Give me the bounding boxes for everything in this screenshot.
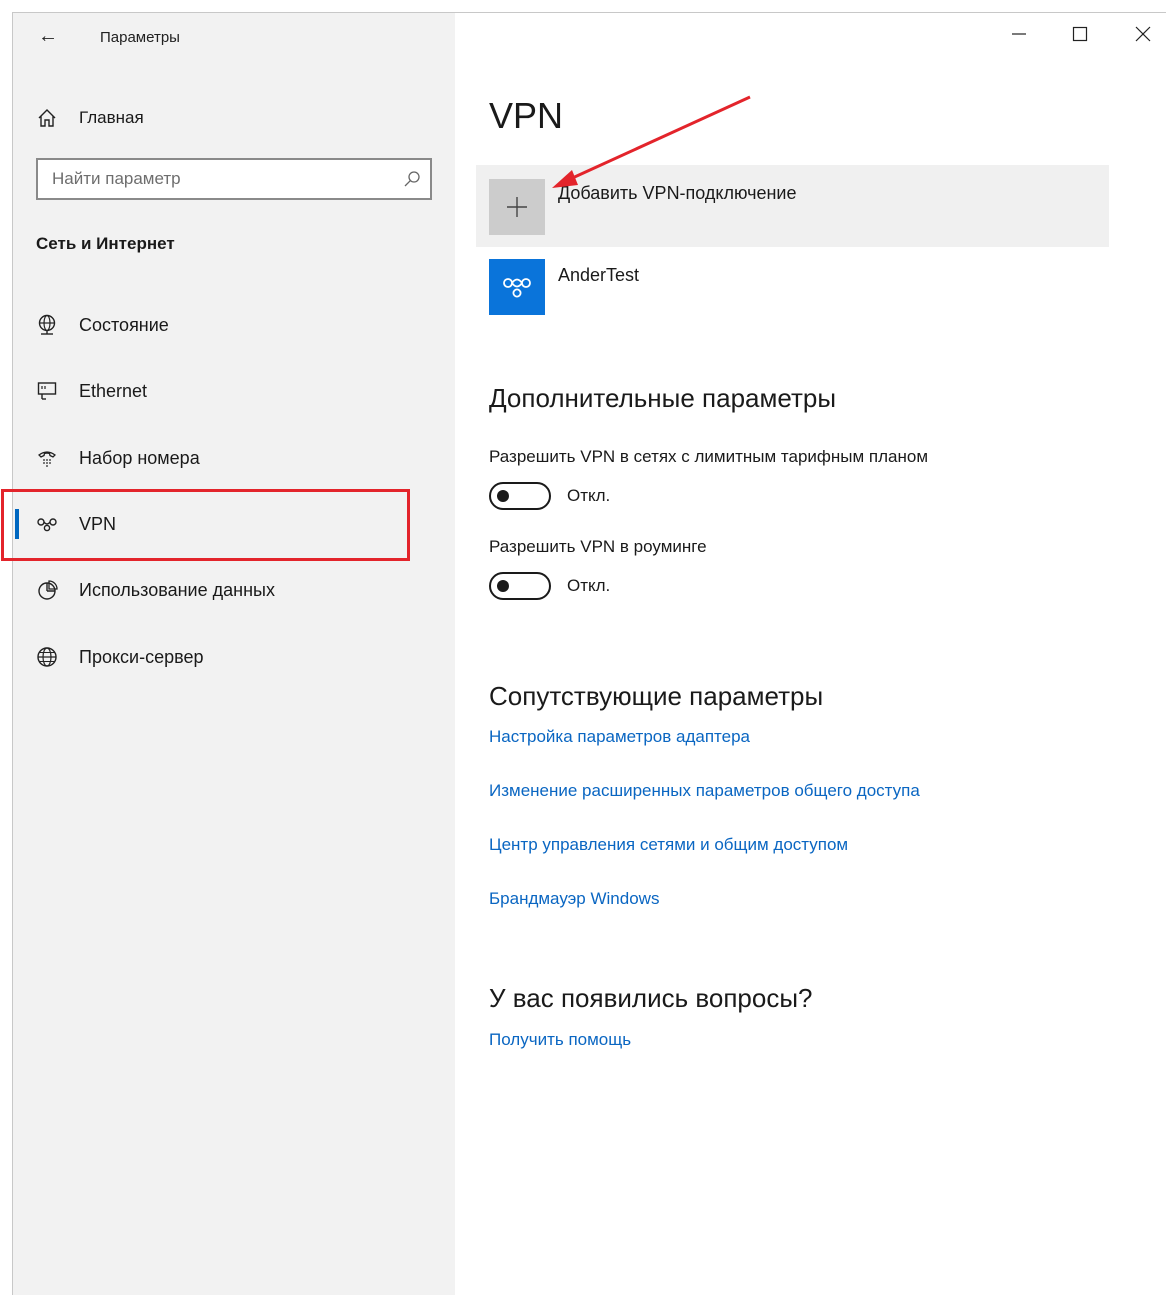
sidebar-item-label: Состояние <box>79 314 169 335</box>
add-vpn-label: Добавить VPN-подключение <box>558 183 797 203</box>
vpn-connection-name: AnderTest <box>558 265 640 285</box>
roaming-setting-label: Разрешить VPN в роуминге <box>489 537 707 556</box>
add-vpn-button[interactable]: Добавить VPN-подключение <box>476 165 1109 247</box>
sidebar-item-label: Использование данных <box>79 579 275 600</box>
sidebar-item-data-usage[interactable]: Использование данных <box>13 559 455 621</box>
sidebar-item-label: Ethernet <box>79 380 148 401</box>
globe-network-icon <box>34 312 60 338</box>
sidebar-item-label: Главная <box>79 108 144 127</box>
sidebar-item-vpn[interactable]: VPN <box>13 493 455 555</box>
toggle-state: Откл. <box>567 576 611 595</box>
section-title: Сеть и Интернет <box>36 234 175 253</box>
roaming-toggle[interactable]: Откл. <box>489 572 610 600</box>
back-button[interactable]: ← <box>35 23 61 49</box>
vpn-connection-icon <box>489 259 545 315</box>
sidebar-item-label: Набор номера <box>79 447 200 468</box>
advanced-settings-heading: Дополнительные параметры <box>489 383 837 413</box>
metered-toggle[interactable]: Откл. <box>489 482 610 510</box>
sidebar-item-proxy[interactable]: Прокси-сервер <box>13 626 455 688</box>
ethernet-icon <box>34 378 60 404</box>
link-firewall[interactable]: Брандмауэр Windows <box>489 889 659 909</box>
sidebar-item-home[interactable]: Главная <box>35 103 144 133</box>
sidebar-item-dialup[interactable]: Набор номера <box>13 427 455 489</box>
link-network-center[interactable]: Центр управления сетями и общим доступом <box>489 835 848 855</box>
search-icon[interactable] <box>394 160 430 198</box>
selection-indicator <box>15 509 19 539</box>
sidebar: ← Параметры Главная Сеть и Интернет Сост… <box>1 13 455 1295</box>
related-settings-heading: Сопутствующие параметры <box>489 681 824 711</box>
search-input[interactable] <box>38 159 394 199</box>
metered-setting-label: Разрешить VPN в сетях с лимитным тарифны… <box>489 447 929 466</box>
toggle-track <box>489 572 551 600</box>
sidebar-item-label: VPN <box>79 513 117 534</box>
toggle-track <box>489 482 551 510</box>
settings-window: ← Параметры Главная Сеть и Интернет Сост… <box>1 12 1166 1295</box>
globe-icon <box>34 644 60 670</box>
arrow-left-icon: ← <box>38 25 58 47</box>
app-title: Параметры <box>100 29 180 46</box>
dialup-icon <box>34 445 60 471</box>
toggle-state: Откл. <box>567 486 611 505</box>
toggle-knob <box>497 490 509 502</box>
link-advanced-sharing[interactable]: Изменение расширенных параметров общего … <box>489 781 920 801</box>
link-get-help[interactable]: Получить помощь <box>489 1030 631 1050</box>
plus-icon <box>489 179 545 235</box>
home-icon <box>35 106 59 130</box>
sidebar-item-ethernet[interactable]: Ethernet <box>13 360 455 422</box>
toggle-knob <box>497 580 509 592</box>
link-adapter-settings[interactable]: Настройка параметров адаптера <box>489 727 750 747</box>
search-box[interactable] <box>36 158 432 200</box>
sidebar-item-label: Прокси-сервер <box>79 646 204 667</box>
vpn-icon <box>34 511 60 537</box>
sidebar-item-status[interactable]: Состояние <box>13 294 455 356</box>
main-content: VPN Добавить VPN-подключение AnderTest Д… <box>455 13 1166 1295</box>
page-title: VPN <box>489 95 564 136</box>
questions-heading: У вас появились вопросы? <box>489 983 813 1013</box>
data-usage-icon <box>34 577 60 603</box>
vpn-connection-item[interactable]: AnderTest <box>489 259 1109 319</box>
